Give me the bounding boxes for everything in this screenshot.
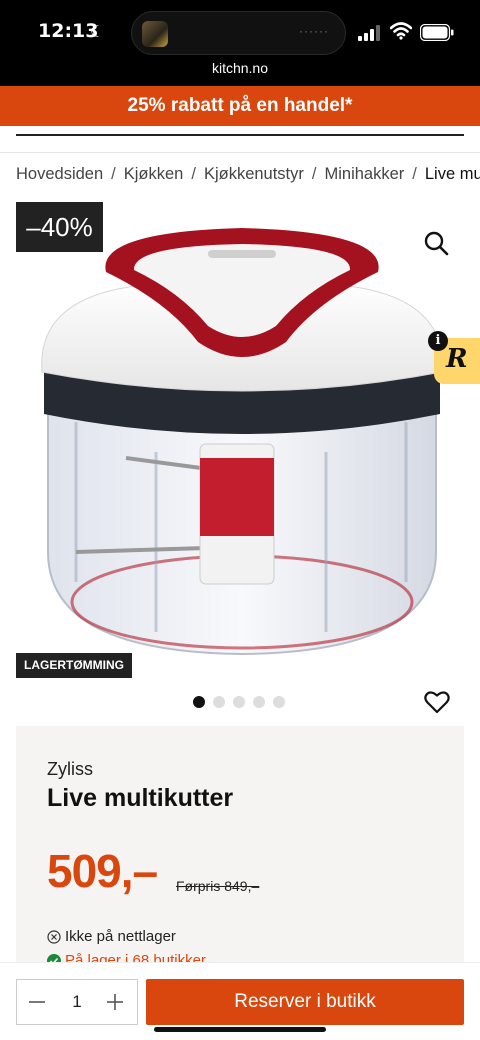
quantity-stepper: 1: [16, 979, 138, 1025]
online-stock-status: Ikke på nettlager: [47, 928, 176, 945]
wifi-icon: [390, 22, 412, 40]
pagination-dot[interactable]: [233, 696, 245, 708]
bottom-action-bar: 1 Reserver i butikk: [0, 962, 480, 1040]
online-stock-text: Ikke på nettlager: [65, 928, 176, 945]
pagination-dot-active[interactable]: [193, 696, 205, 708]
breadcrumb-item-mini-chopper[interactable]: Minihakker: [324, 165, 404, 184]
breadcrumb-item-kitchen-equipment[interactable]: Kjøkkenutstyr: [204, 165, 304, 184]
header-divider: [16, 134, 464, 136]
product-price: 509,–: [47, 845, 158, 897]
product-title: Live multikutter: [47, 784, 234, 812]
zoom-icon[interactable]: [423, 230, 449, 256]
minus-icon[interactable]: [27, 992, 47, 1012]
reviews-logo-icon: R: [446, 344, 468, 374]
product-image[interactable]: [36, 222, 448, 660]
promo-banner[interactable]: 25% rabatt på en handel*: [0, 86, 480, 126]
discount-badge: –40%: [16, 202, 103, 252]
moon-icon: ☾: [90, 24, 105, 41]
favorite-heart-icon[interactable]: [424, 690, 450, 714]
breadcrumb-separator: /: [111, 165, 116, 183]
status-bar: 12:13 ☾ ······ kitchn.no: [0, 0, 480, 86]
image-pagination: [193, 696, 285, 708]
battery-icon: [420, 24, 454, 41]
pagination-dot[interactable]: [213, 696, 225, 708]
breadcrumb-item-kitchen[interactable]: Kjøkken: [124, 165, 184, 184]
clearance-badge: LAGERTØMMING: [16, 653, 132, 678]
dynamic-island[interactable]: ······: [131, 11, 346, 55]
product-brand[interactable]: Zyliss: [47, 759, 93, 780]
plus-icon[interactable]: [105, 992, 125, 1012]
breadcrumb: Hovedsiden / Kjøkken / Kjøkkenutstyr / Minihak…: [16, 165, 480, 184]
section-divider: [0, 152, 480, 153]
breadcrumb-separator: /: [412, 165, 417, 183]
reserve-in-store-button[interactable]: Reserver i butikk: [146, 979, 464, 1025]
breadcrumb-item-home[interactable]: Hovedsiden: [16, 165, 103, 184]
breadcrumb-item-current: Live mult: [424, 165, 480, 183]
breadcrumb-separator: /: [191, 165, 196, 183]
home-indicator[interactable]: [154, 1027, 326, 1032]
address-bar-url[interactable]: kitchn.no: [0, 60, 480, 76]
waveform-icon: ······: [299, 24, 329, 38]
quantity-value[interactable]: 1: [67, 992, 87, 1012]
pagination-dot[interactable]: [273, 696, 285, 708]
pagination-dot[interactable]: [253, 696, 265, 708]
previous-price: Førpris 849,–: [176, 878, 260, 894]
unavailable-icon: [47, 929, 61, 944]
breadcrumb-separator: /: [311, 165, 317, 183]
cellular-signal-icon: [358, 25, 380, 41]
info-icon[interactable]: i: [428, 331, 448, 351]
product-info-card: Zyliss Live multikutter 509,– Førpris 84…: [16, 726, 464, 969]
media-thumbnail: [142, 21, 168, 47]
